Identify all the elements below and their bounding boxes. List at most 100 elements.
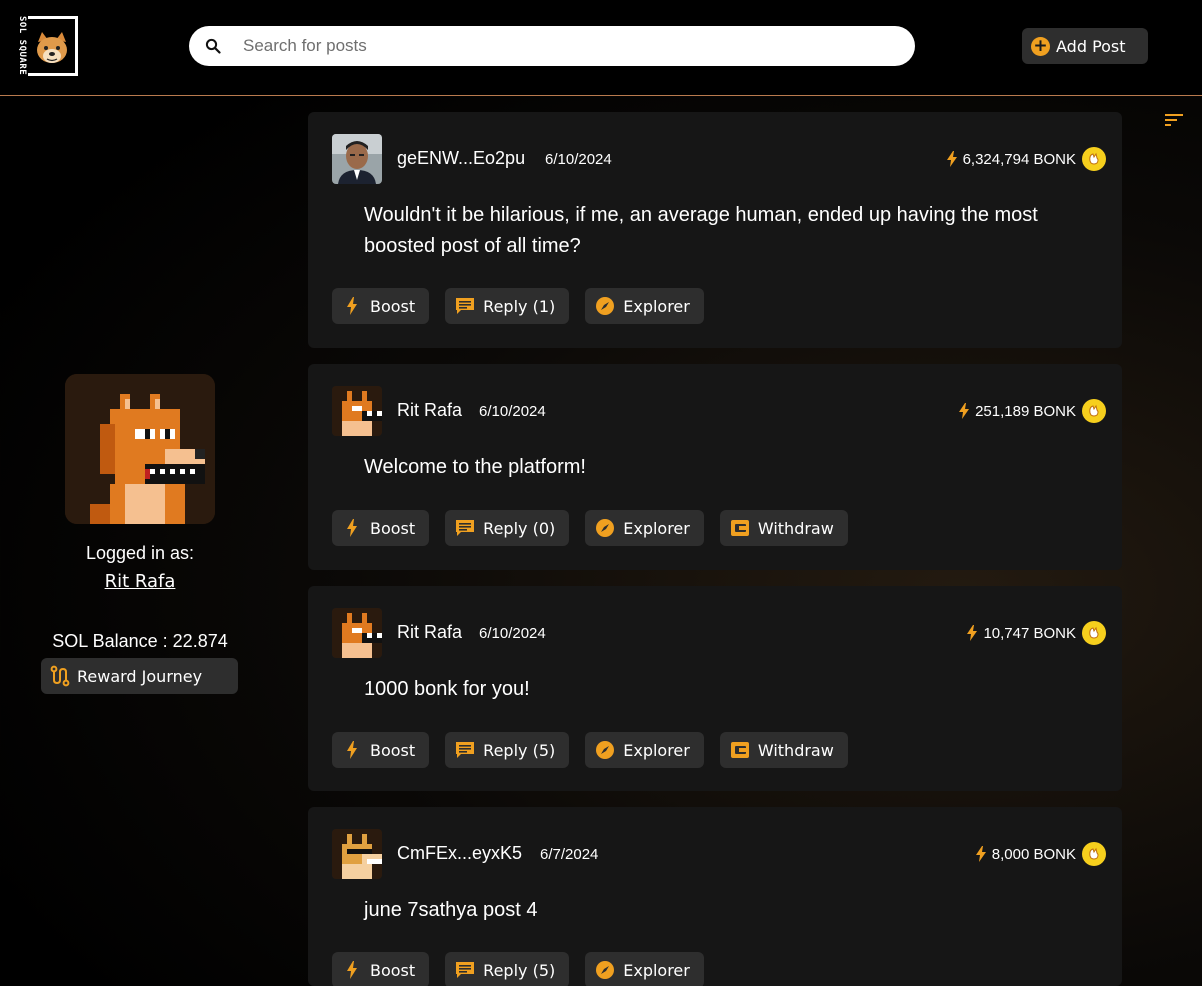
add-post-button[interactable]: + Add Post <box>1022 28 1148 64</box>
bonk-coin-icon <box>1082 842 1106 866</box>
explorer-label: Explorer <box>623 296 690 316</box>
lightning-icon <box>967 625 978 641</box>
sol-balance: SOL Balance : 22.874 <box>52 631 228 651</box>
bonk-coin-icon <box>1082 621 1106 645</box>
route-icon <box>50 665 70 687</box>
post-author-name[interactable]: Rit Rafa <box>397 400 462 421</box>
user-avatar[interactable] <box>65 374 215 524</box>
wallet-icon <box>730 518 750 538</box>
post-actions: Boost Reply (0) Explorer Withdraw <box>332 510 848 546</box>
post-actions: Boost Reply (5) Explorer <box>332 952 704 986</box>
shiba-avatar-image <box>65 374 215 524</box>
post-date: 6/10/2024 <box>479 625 546 642</box>
reply-button[interactable]: Reply (0) <box>445 510 570 546</box>
explorer-button[interactable]: Explorer <box>585 952 704 986</box>
bonk-amount: 6,324,794 BONK <box>946 146 1106 172</box>
reply-label: Reply (5) <box>483 960 556 980</box>
withdraw-label: Withdraw <box>757 518 834 538</box>
post-actions: Boost Reply (5) Explorer Withdraw <box>332 732 848 768</box>
explorer-label: Explorer <box>623 740 690 760</box>
bonk-coin-icon <box>1082 147 1106 171</box>
add-post-label: Add Post <box>1056 36 1126 56</box>
reply-button[interactable]: Reply (5) <box>445 952 570 986</box>
reward-journey-label: Reward Journey <box>77 666 203 686</box>
shiba-avatar-image <box>332 608 382 658</box>
explorer-button[interactable]: Explorer <box>585 288 704 324</box>
explorer-button[interactable]: Explorer <box>585 732 704 768</box>
wallet-icon <box>730 740 750 760</box>
explorer-label: Explorer <box>623 518 690 538</box>
reward-journey-button[interactable]: Reward Journey <box>41 658 238 694</box>
comment-icon <box>455 960 475 980</box>
lightning-icon <box>975 846 986 862</box>
sort-icon[interactable] <box>1164 112 1184 128</box>
boost-label: Boost <box>370 296 416 316</box>
boost-button[interactable]: Boost <box>332 732 430 768</box>
bonk-amount: 251,189 BONK <box>959 398 1106 424</box>
post-text: 1000 bonk for you! <box>364 678 530 700</box>
boost-button[interactable]: Boost <box>332 952 430 986</box>
post-author-avatar[interactable] <box>332 134 382 184</box>
post-text: Welcome to the platform! <box>364 456 586 478</box>
post-author-name[interactable]: Rit Rafa <box>397 622 462 643</box>
sol-square-logo[interactable]: SOL SQUARE <box>16 16 78 76</box>
shiba-sunglasses-avatar-image <box>332 829 382 879</box>
bonk-value: 251,189 BONK <box>975 402 1076 420</box>
post-date: 6/10/2024 <box>545 151 612 168</box>
comment-icon <box>455 740 475 760</box>
bonk-value: 10,747 BONK <box>983 624 1076 642</box>
lightning-icon <box>342 960 362 980</box>
bonk-amount: 10,747 BONK <box>967 620 1106 646</box>
post-author-name[interactable]: geENW...Eo2pu <box>397 148 525 169</box>
post-author-avatar[interactable] <box>332 608 382 658</box>
post-date: 6/7/2024 <box>540 846 599 863</box>
logo-text: SOL SQUARE <box>17 16 27 76</box>
explorer-button[interactable]: Explorer <box>585 510 704 546</box>
post-actions: Boost Reply (1) Explorer <box>332 288 704 324</box>
post-card: Rit Rafa 6/10/2024 10,747 BONK 1000 bonk… <box>308 586 1122 791</box>
reply-button[interactable]: Reply (5) <box>445 732 570 768</box>
boost-label: Boost <box>370 518 416 538</box>
explorer-label: Explorer <box>623 960 690 980</box>
post-card: Rit Rafa 6/10/2024 251,189 BONK Welcome … <box>308 364 1122 570</box>
boost-label: Boost <box>370 960 416 980</box>
search-input[interactable] <box>243 34 883 58</box>
lightning-icon <box>342 518 362 538</box>
compass-icon <box>595 518 615 538</box>
lightning-icon <box>342 296 362 316</box>
bonk-value: 6,324,794 BONK <box>962 150 1076 168</box>
comment-icon <box>455 518 475 538</box>
compass-icon <box>595 740 615 760</box>
top-bar: SOL SQUARE + Add Post <box>0 0 1202 96</box>
bonk-coin-icon <box>1082 399 1106 423</box>
reply-label: Reply (0) <box>483 518 556 538</box>
lightning-icon <box>959 403 970 419</box>
withdraw-button[interactable]: Withdraw <box>719 510 848 546</box>
boost-button[interactable]: Boost <box>332 288 430 324</box>
reply-label: Reply (5) <box>483 740 556 760</box>
shiba-logo-icon <box>32 28 72 68</box>
post-card: CmFEx...eyxK5 6/7/2024 8,000 BONK june 7… <box>308 807 1122 986</box>
post-card: geENW...Eo2pu 6/10/2024 6,324,794 BONK W… <box>308 112 1122 348</box>
post-author-avatar[interactable] <box>332 386 382 436</box>
plus-circle-icon: + <box>1031 36 1050 56</box>
lightning-icon <box>342 740 362 760</box>
lightning-icon <box>946 151 957 167</box>
withdraw-label: Withdraw <box>757 740 834 760</box>
bonk-amount: 8,000 BONK <box>975 841 1106 867</box>
username-link[interactable]: Rit Rafa <box>60 571 220 592</box>
post-text: Wouldn't it be hilarious, if me, an aver… <box>364 204 1038 257</box>
boost-button[interactable]: Boost <box>332 510 430 546</box>
author-photo <box>332 134 382 184</box>
post-author-avatar[interactable] <box>332 829 382 879</box>
post-date: 6/10/2024 <box>479 403 546 420</box>
logged-in-label: Logged in as: <box>85 543 195 563</box>
shiba-avatar-image <box>332 386 382 436</box>
post-text: june 7sathya post 4 <box>364 899 538 921</box>
comment-icon <box>455 296 475 316</box>
bonk-value: 8,000 BONK <box>991 845 1076 863</box>
search-bar[interactable] <box>189 26 915 66</box>
reply-button[interactable]: Reply (1) <box>445 288 570 324</box>
withdraw-button[interactable]: Withdraw <box>719 732 848 768</box>
post-author-name[interactable]: CmFEx...eyxK5 <box>397 843 522 864</box>
